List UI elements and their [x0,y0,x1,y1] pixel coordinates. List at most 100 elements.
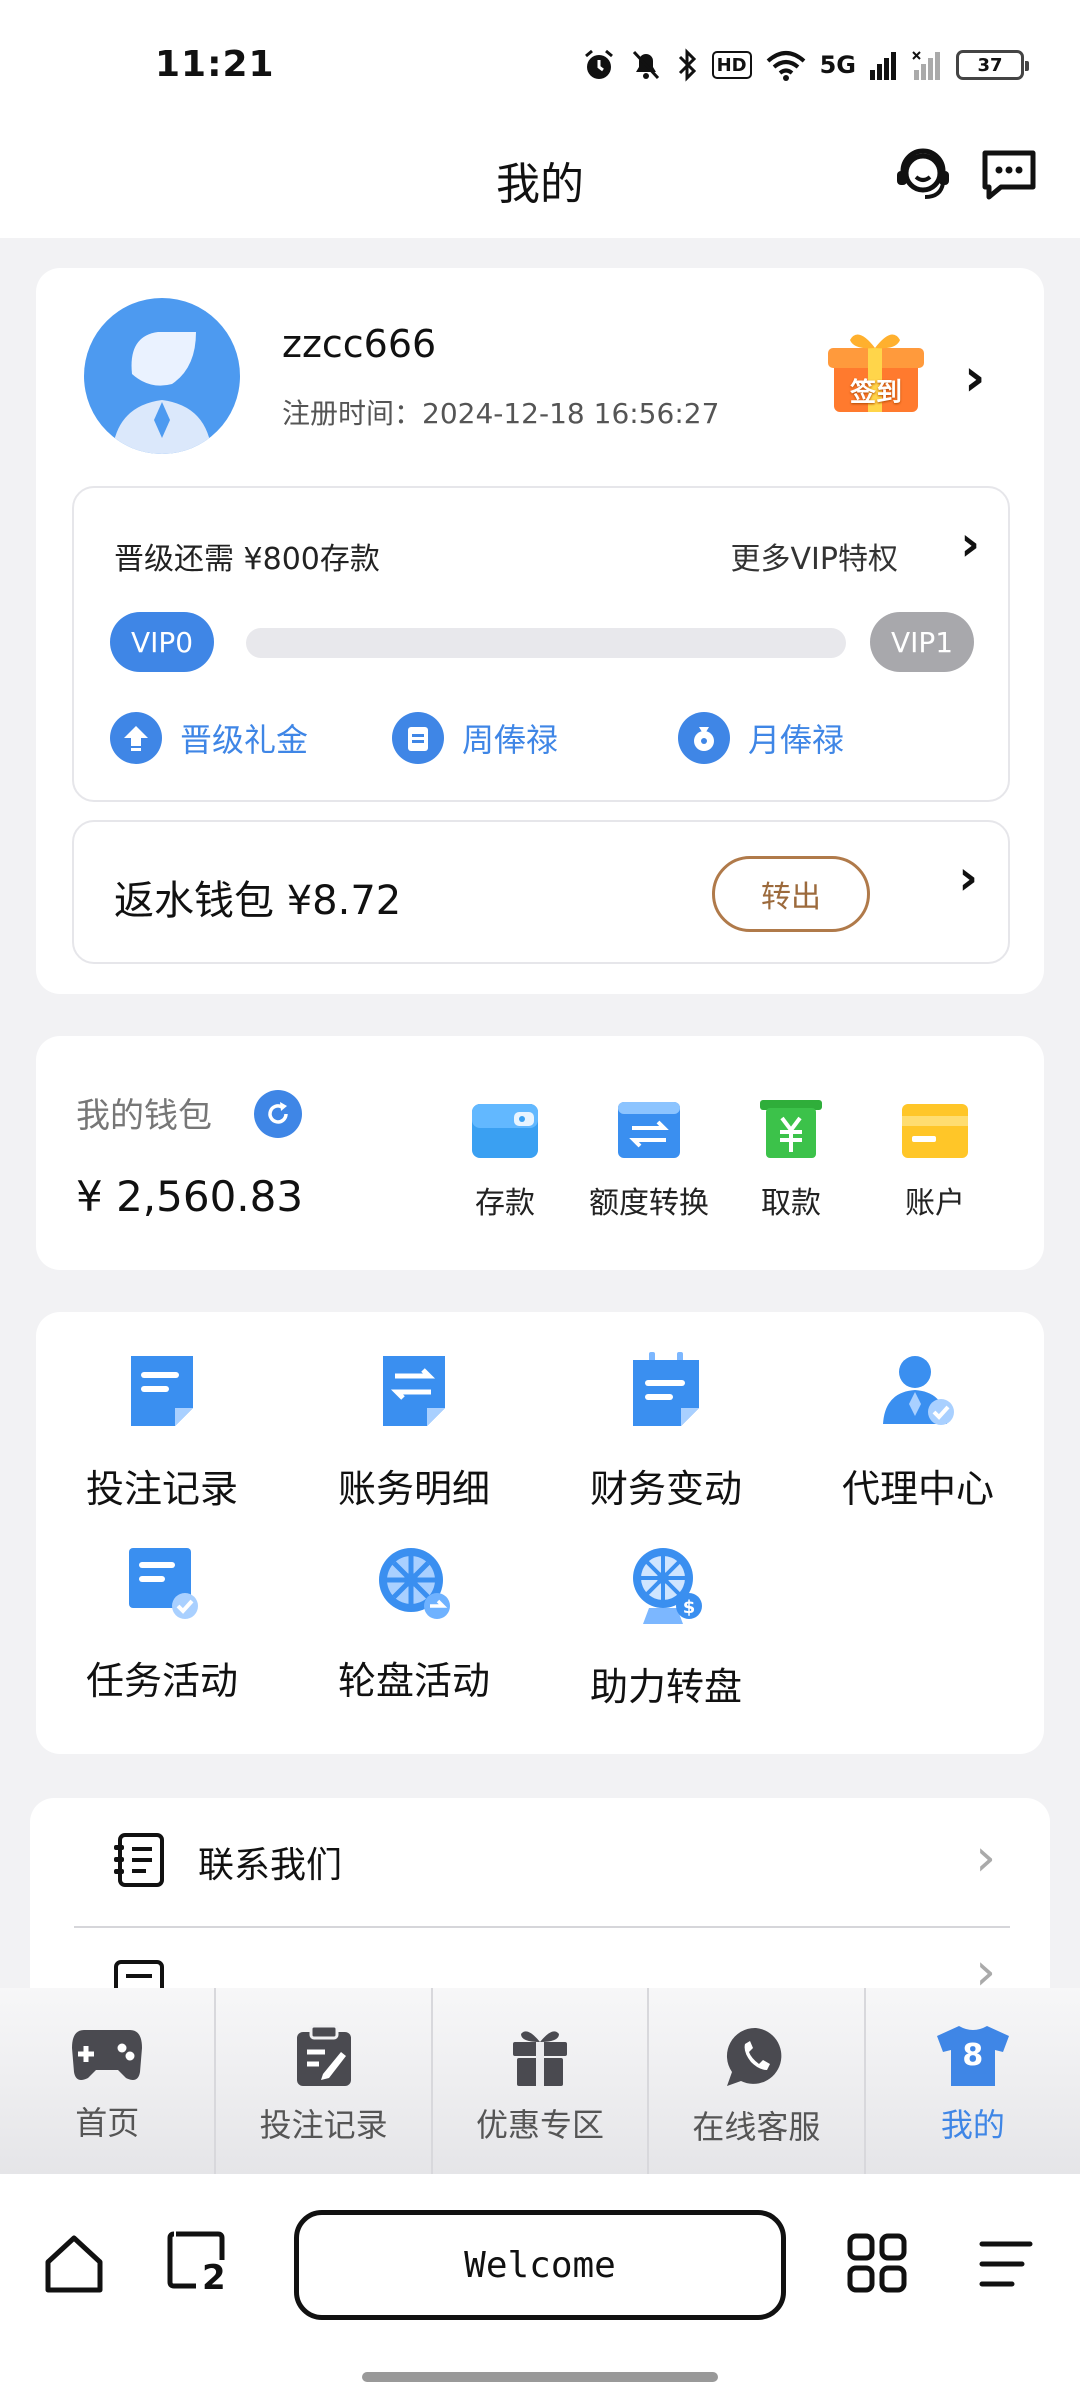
withdraw-icon [760,1100,822,1158]
wheel-icon [379,1548,450,1619]
profile-chevron-icon[interactable]: › [964,348,985,408]
wallet-title: 我的钱包 [76,1096,212,1136]
arrow-up-icon [110,712,162,764]
message-icon[interactable] [974,140,1044,210]
clipboard-edit-icon [296,2024,351,2086]
tab-label: 优惠专区 [476,2106,605,2144]
wallet-action-label: 额度转换 [589,1186,709,1221]
gift-icon [513,2031,568,2086]
wallet-transfer[interactable]: 额度转换 [574,1098,724,1222]
jersey-number: 8 [962,2038,984,2073]
menu-divider [74,1926,1010,1928]
browser-tabs-icon[interactable]: 2 [166,2230,228,2298]
tab-home[interactable]: 首页 [0,1988,217,2174]
vip-current-level: VIP0 [110,612,214,672]
perk-label: 周俸禄 [462,721,559,759]
exchange-icon [618,1102,680,1158]
customer-service-icon[interactable] [888,140,958,210]
transfer-document-icon [383,1356,445,1426]
tab-promotions[interactable]: 优惠专区 [433,1988,650,2174]
rebate-wallet[interactable]: 返水钱包 ¥8.72 转出 › [72,820,1010,964]
feature-task-activity[interactable]: 任务活动 [52,1544,272,1705]
feature-label: 财务变动 [589,1467,742,1511]
signal-weak-icon [912,50,942,80]
status-bar: 11:21 HD 5G 37 [0,0,1080,130]
agent-icon [883,1356,954,1425]
browser-home-icon[interactable] [42,2232,106,2300]
perk-monthly-salary[interactable]: 月俸禄 [678,712,844,764]
perk-label: 月俸禄 [748,721,845,759]
browser-tab-count: 2 [202,2258,226,2298]
tab-mine[interactable]: 8 我的 [866,1988,1080,2174]
vip-panel: 晋级还需 ¥800存款 更多VIP特权 › VIP0 VIP1 晋级礼金 周俸禄… [72,486,1010,802]
wallet-icon [472,1104,538,1158]
menu-label: 联系我们 [198,1845,343,1886]
whatsapp-icon [727,2027,782,2086]
clipboard-icon [392,712,444,764]
rebate-text: 返水钱包 ¥8.72 [114,878,402,924]
feature-agent-center[interactable]: 代理中心 [808,1352,1028,1513]
document-icon [131,1356,193,1426]
tab-label: 首页 [75,2104,140,2142]
vip-more-link[interactable]: 更多VIP特权 [731,534,898,578]
transfer-out-button[interactable]: 转出 [712,856,870,932]
feature-label: 投注记录 [85,1467,238,1511]
menu-item-partial[interactable]: › [74,1930,1010,1988]
vip-next-level: VIP1 [870,612,974,672]
alarm-icon [582,48,616,82]
browser-menu-icon[interactable] [976,2236,1036,2296]
status-icons: HD 5G 37 [582,48,1029,82]
feature-label: 任务活动 [85,1659,238,1703]
rebate-chevron-icon[interactable]: › [958,850,978,906]
bluetooth-icon [676,48,698,82]
wallet-action-label: 账户 [905,1186,965,1221]
svg-text:$: $ [683,1597,696,1618]
hd-badge: HD [711,51,752,79]
contact-book-icon [110,1831,168,1893]
feature-finance-change[interactable]: 财务变动 [556,1352,776,1513]
bottom-tab-bar: 首页 投注记录 优惠专区 在线客服 8 我的 [0,1988,1080,2174]
feature-label: 账务明细 [337,1467,490,1511]
tab-label: 在线客服 [692,2108,821,2146]
tab-bet-record[interactable]: 投注记录 [216,1988,433,2174]
battery-icon: 37 [956,50,1029,80]
vip-progress-bar [246,628,846,658]
refresh-icon[interactable] [254,1090,302,1138]
feature-account-detail[interactable]: 账务明细 [304,1352,524,1513]
perk-label: 晋级礼金 [180,721,309,759]
feature-label: 助力转盘 [589,1665,742,1709]
page-header: 我的 [0,130,1080,238]
card-icon [902,1104,968,1158]
browser-toolbar: 2 Welcome [0,2174,1080,2400]
feature-bet-record[interactable]: 投注记录 [52,1352,272,1513]
address-bar[interactable]: Welcome [294,2210,786,2320]
feature-boost-wheel[interactable]: $ 助力转盘 [556,1544,776,1711]
feature-label: 代理中心 [841,1467,994,1511]
wallet-account[interactable]: 账户 [860,1098,1010,1222]
vip-more-chevron-icon[interactable]: › [960,516,980,572]
feature-wheel-activity[interactable]: 轮盘活动 [304,1544,524,1705]
wallet-withdraw[interactable]: 取款 [716,1098,866,1222]
status-time: 11:21 [155,44,275,85]
prize-wheel-icon: $ [633,1548,702,1624]
jersey-icon: 8 [933,2024,1013,2088]
wallet-deposit[interactable]: 存款 [430,1098,580,1222]
wallet-balance: ¥ 2,560.83 [76,1172,304,1221]
mute-icon [630,48,662,82]
wallet-action-label: 存款 [475,1186,535,1221]
avatar[interactable] [84,298,240,454]
signin-button[interactable]: 签到 [820,322,928,422]
task-document-icon [129,1548,198,1619]
chevron-right-icon: › [975,1942,996,1988]
perk-weekly-salary[interactable]: 周俸禄 [392,712,558,764]
menu-contact-us[interactable]: 联系我们 › [74,1800,1010,1924]
username: zzcc666 [282,322,437,366]
perk-upgrade-bonus[interactable]: 晋级礼金 [110,712,308,764]
vip-upgrade-text: 晋级还需 ¥800存款 [114,542,380,577]
tab-label: 投注记录 [259,2106,388,2144]
tab-online-service[interactable]: 在线客服 [649,1988,866,2174]
tab-label: 我的 [940,2106,1005,2144]
signin-label: 签到 [849,378,902,408]
wallet-action-label: 取款 [761,1186,821,1221]
browser-apps-icon[interactable] [846,2232,908,2298]
